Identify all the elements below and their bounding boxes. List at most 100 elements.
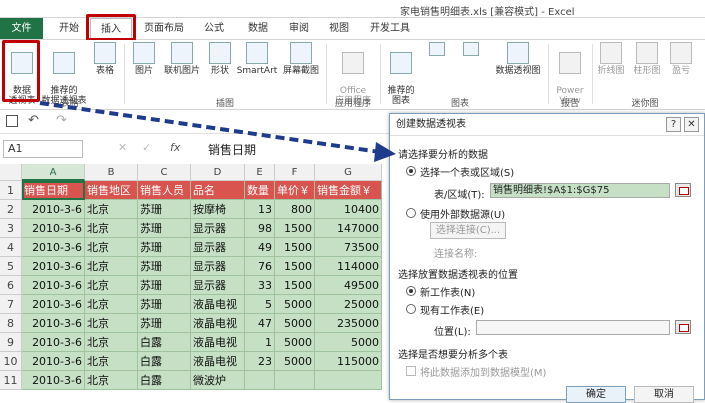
table-cell[interactable]: 47 [245,314,275,333]
tab-formulas[interactable]: 公式 [196,18,232,39]
table-cell[interactable]: 北京 [85,371,138,390]
add-to-model-checkbox[interactable] [406,366,416,376]
table-button[interactable]: 表格 [90,42,120,76]
pictures-button[interactable]: 图片 [130,42,158,76]
table-cell[interactable]: 微波炉 [191,371,245,390]
radio-new-worksheet[interactable] [406,286,416,296]
choose-connection-button[interactable]: 选择连接(C)... [430,222,506,239]
table-cell[interactable]: 10400 [315,200,382,219]
save-icon[interactable] [6,115,18,127]
tab-home[interactable]: 开始 [50,18,88,39]
table-cell[interactable]: 北京 [85,238,138,257]
table-cell[interactable]: 北京 [85,219,138,238]
tab-data[interactable]: 数据 [240,18,276,39]
table-cell[interactable]: 5000 [315,333,382,352]
table-cell[interactable]: 2010-3-6 [22,352,85,371]
table-cell[interactable]: 5000 [275,352,315,371]
line-chart-button[interactable] [454,42,488,58]
table-cell[interactable]: 1500 [275,276,315,295]
table-cell[interactable]: 114000 [315,257,382,276]
table-cell[interactable]: 33 [245,276,275,295]
table-cell[interactable]: 北京 [85,276,138,295]
pivot-chart-button[interactable]: 数据透视图 [492,42,544,76]
radio-external-source[interactable] [406,208,416,218]
radio-new-worksheet-label[interactable]: 新工作表(N) [420,284,475,299]
table-cell[interactable]: 苏珊 [138,238,191,257]
row-header[interactable]: 11 [0,371,22,390]
header-cell[interactable]: 销售人员 [138,181,191,200]
column-header[interactable]: D [191,164,245,181]
shapes-button[interactable]: 形状 [206,42,234,76]
table-cell[interactable]: 显示器 [191,257,245,276]
radio-existing-worksheet[interactable] [406,304,416,314]
table-cell[interactable]: 1500 [275,238,315,257]
table-cell[interactable]: 2010-3-6 [22,219,85,238]
location-input[interactable] [476,320,670,335]
screenshot-button[interactable]: 屏幕截图 [280,42,322,76]
table-cell[interactable]: 1500 [275,219,315,238]
header-cell[interactable]: 销售日期 [22,181,85,200]
table-cell[interactable]: 显示器 [191,276,245,295]
table-cell[interactable]: 73500 [315,238,382,257]
table-cell[interactable]: 苏珊 [138,257,191,276]
sparkline-winloss-button[interactable]: 盈亏 [666,42,696,76]
table-cell[interactable]: 北京 [85,314,138,333]
row-header[interactable]: 9 [0,333,22,352]
table-cell[interactable]: 显示器 [191,238,245,257]
tab-view[interactable]: 视图 [322,18,356,39]
select-all-corner[interactable] [0,164,22,181]
table-cell[interactable]: 1500 [275,257,315,276]
range-input[interactable]: 销售明细表!$A$1:$G$75 [490,183,670,198]
tab-file[interactable]: 文件 [0,18,43,39]
radio-select-range-label[interactable]: 选择一个表或区域(S) [420,164,514,179]
table-cell[interactable]: 苏珊 [138,314,191,333]
online-pictures-button[interactable]: 联机图片 [160,42,204,76]
table-cell[interactable]: 13 [245,200,275,219]
table-cell[interactable]: 5000 [275,314,315,333]
table-cell[interactable]: 显示器 [191,219,245,238]
undo-icon[interactable]: ↶ [28,113,39,128]
table-cell[interactable]: 按摩椅 [191,200,245,219]
table-cell[interactable]: 2010-3-6 [22,371,85,390]
radio-existing-worksheet-label[interactable]: 现有工作表(E) [420,302,484,317]
table-cell[interactable]: 800 [275,200,315,219]
table-cell[interactable]: 2010-3-6 [22,257,85,276]
table-cell[interactable]: 北京 [85,257,138,276]
range-picker-button[interactable] [675,183,691,197]
table-cell[interactable]: 2010-3-6 [22,314,85,333]
table-cell[interactable]: 23 [245,352,275,371]
recommended-charts-button[interactable]: 推荐的 图表 [384,42,418,106]
table-cell[interactable]: 235000 [315,314,382,333]
row-header[interactable]: 8 [0,314,22,333]
smartart-button[interactable]: SmartArt [236,42,278,76]
table-cell[interactable]: 苏珊 [138,200,191,219]
header-cell[interactable]: 品名 [191,181,245,200]
table-cell[interactable]: 115000 [315,352,382,371]
column-header[interactable]: B [85,164,138,181]
row-header[interactable]: 6 [0,276,22,295]
table-cell[interactable] [245,371,275,390]
tab-developer[interactable]: 开发工具 [362,18,418,39]
formula-value[interactable]: 销售日期 [208,141,256,158]
help-button[interactable]: ? [666,117,681,132]
row-header[interactable]: 4 [0,238,22,257]
column-header[interactable]: F [275,164,315,181]
table-cell[interactable]: 49 [245,238,275,257]
radio-external-source-label[interactable]: 使用外部数据源(U) [420,206,505,221]
table-cell[interactable]: 2010-3-6 [22,200,85,219]
table-cell[interactable]: 2010-3-6 [22,238,85,257]
table-cell[interactable]: 2010-3-6 [22,295,85,314]
table-cell[interactable]: 液晶电视 [191,295,245,314]
header-cell[interactable]: 销售地区 [85,181,138,200]
table-cell[interactable]: 5000 [275,295,315,314]
table-cell[interactable]: 苏珊 [138,295,191,314]
table-cell[interactable]: 苏珊 [138,276,191,295]
row-header[interactable]: 1 [0,181,22,200]
table-cell[interactable] [315,371,382,390]
table-cell[interactable]: 25000 [315,295,382,314]
tab-review[interactable]: 审阅 [282,18,316,39]
table-cell[interactable]: 5000 [275,333,315,352]
row-header[interactable]: 2 [0,200,22,219]
table-cell[interactable]: 白露 [138,352,191,371]
fx-icon[interactable]: fx [170,141,180,154]
